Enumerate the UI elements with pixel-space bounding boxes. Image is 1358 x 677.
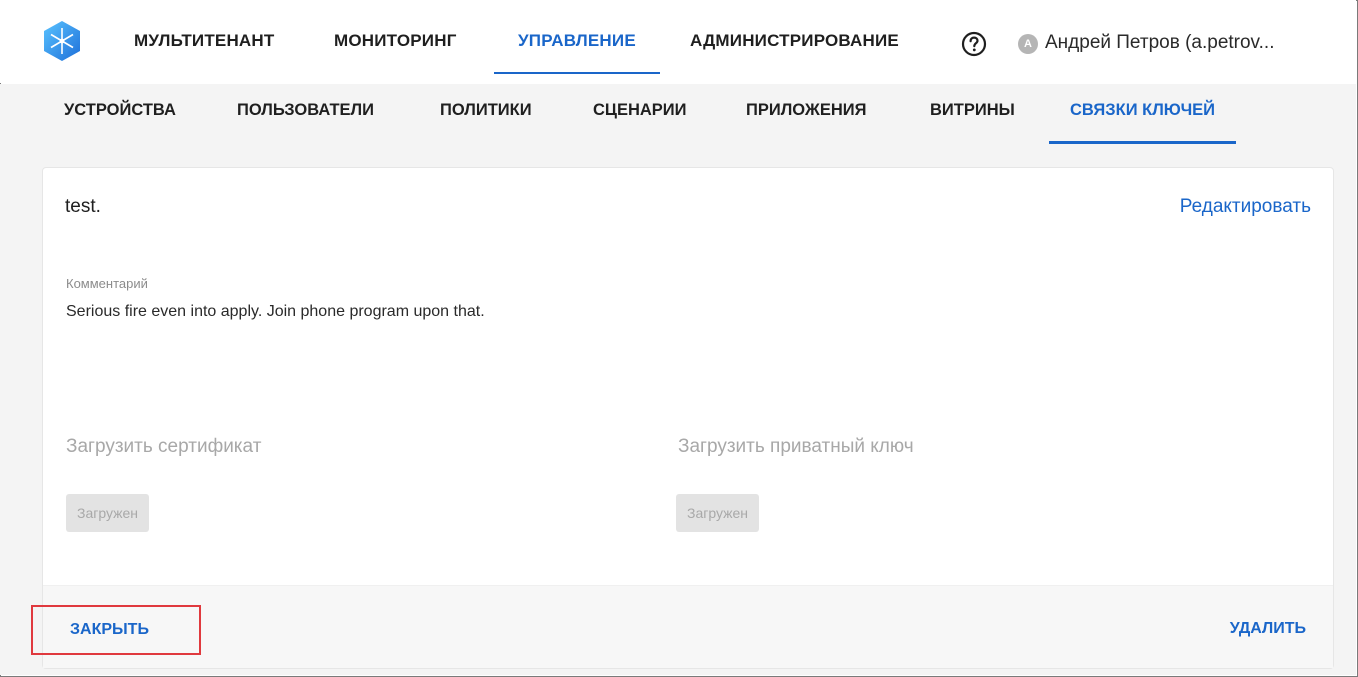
tab-scenarios[interactable]: СЦЕНАРИИ [593,84,687,144]
nav-administration[interactable]: АДМИНИСТРИРОВАНИЕ [690,20,899,74]
certificate-status-button: Загружен [66,494,150,532]
private-key-status-button: Загружен [676,494,760,532]
comment-label: Комментарий [66,276,148,291]
avatar[interactable]: A [1018,34,1038,54]
nav-multitenant[interactable]: МУЛЬТИТЕНАНТ [134,20,274,74]
comment-text: Serious fire even into apply. Join phone… [66,303,485,320]
tab-policies[interactable]: ПОЛИТИКИ [440,84,532,144]
delete-button[interactable]: УДАЛИТЬ [1230,620,1306,638]
sub-navigation: УСТРОЙСТВА ПОЛЬЗОВАТЕЛИ ПОЛИТИКИ СЦЕНАРИ… [0,84,1356,148]
tab-devices[interactable]: УСТРОЙСТВА [64,84,176,144]
tab-showcases[interactable]: ВИТРИНЫ [930,84,1015,144]
logo-icon [44,21,80,61]
user-name[interactable]: Андрей Петров (a.petrov... [1045,20,1327,66]
private-key-upload-label: Загрузить приватный ключ [678,436,914,457]
close-button[interactable]: ЗАКРЫТЬ [31,605,201,655]
keychain-card: test. Редактировать Комментарий Serious … [42,167,1334,669]
tab-users[interactable]: ПОЛЬЗОВАТЕЛИ [237,84,374,144]
question-circle-icon[interactable] [961,31,987,57]
keychain-title: test. [65,196,101,217]
card-footer [43,585,1333,668]
edit-link[interactable]: Редактировать [1180,196,1311,218]
tab-keychains[interactable]: СВЯЗКИ КЛЮЧЕЙ [1048,84,1237,144]
nav-monitoring[interactable]: МОНИТОРИНГ [334,20,457,74]
certificate-upload-label: Загрузить сертификат [66,436,262,457]
tab-applications[interactable]: ПРИЛОЖЕНИЯ [746,84,866,144]
top-header: МУЛЬТИТЕНАНТ МОНИТОРИНГ УПРАВЛЕНИЕ АДМИН… [0,0,1356,83]
nav-management[interactable]: УПРАВЛЕНИЕ [494,20,660,74]
